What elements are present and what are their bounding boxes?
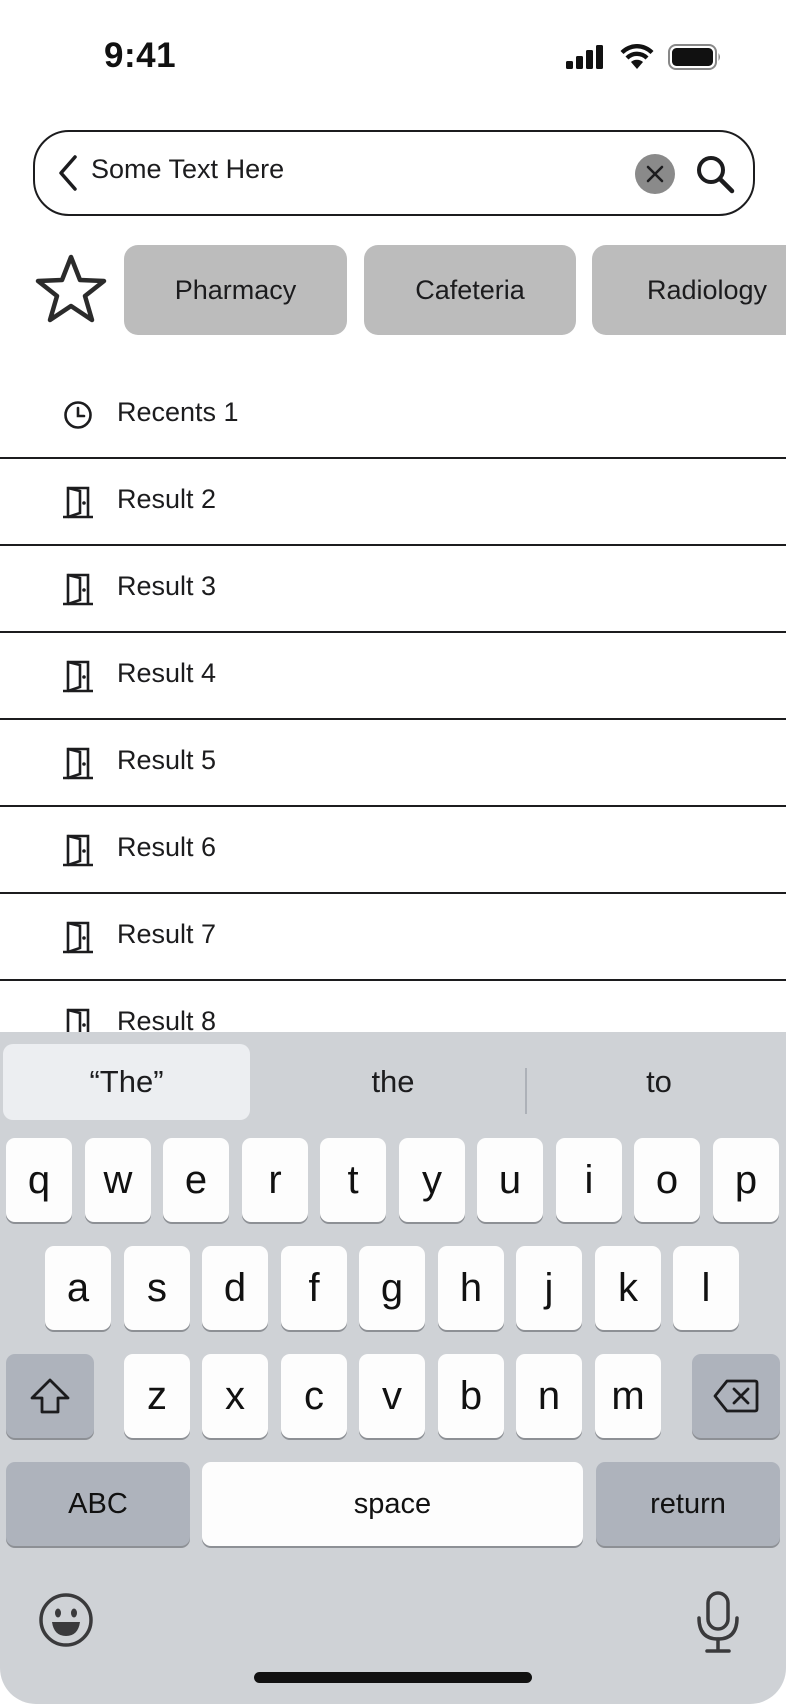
chip-cafeteria[interactable]: Cafeteria <box>364 245 576 335</box>
key-s[interactable]: s <box>124 1246 190 1330</box>
close-icon <box>646 165 664 183</box>
key-t[interactable]: t <box>320 1138 386 1222</box>
favorites-button[interactable] <box>34 253 108 327</box>
return-key[interactable]: return <box>596 1462 780 1546</box>
key-o[interactable]: o <box>634 1138 700 1222</box>
result-row[interactable]: Result 2 <box>0 459 786 546</box>
shift-key[interactable] <box>6 1354 94 1438</box>
row-label: Result 2 <box>117 484 217 514</box>
microphone-icon <box>697 1591 739 1653</box>
chip-pharmacy[interactable]: Pharmacy <box>124 245 347 335</box>
emoji-button[interactable] <box>38 1592 94 1648</box>
door-icon <box>63 573 93 606</box>
key-r[interactable]: r <box>242 1138 308 1222</box>
cellular-signal-icon <box>566 45 603 69</box>
wifi-icon <box>620 44 654 69</box>
key-g[interactable]: g <box>359 1246 425 1330</box>
key-x[interactable]: x <box>202 1354 268 1438</box>
status-time: 9:41 <box>104 36 177 75</box>
back-button[interactable] <box>53 152 83 194</box>
star-icon <box>35 254 107 323</box>
keyboard: “The” the to q w e r t y u i o p a s d f… <box>0 1032 786 1704</box>
key-w[interactable]: w <box>85 1138 151 1222</box>
abc-key[interactable]: ABC <box>6 1462 190 1546</box>
space-key[interactable]: space <box>202 1462 583 1546</box>
result-row[interactable]: Result 6 <box>0 807 786 894</box>
door-icon <box>63 486 93 519</box>
delete-key[interactable] <box>692 1354 780 1438</box>
key-f[interactable]: f <box>281 1246 347 1330</box>
result-row[interactable]: Result 3 <box>0 546 786 633</box>
key-m[interactable]: m <box>595 1354 661 1438</box>
suggestion-bar: “The” the to <box>0 1044 786 1120</box>
key-b[interactable]: b <box>438 1354 504 1438</box>
recent-row[interactable]: Recents 1 <box>0 372 786 459</box>
clock-icon <box>64 401 92 429</box>
key-v[interactable]: v <box>359 1354 425 1438</box>
key-h[interactable]: h <box>438 1246 504 1330</box>
category-chips: Pharmacy Cafeteria Radiology <box>0 245 786 337</box>
door-icon <box>63 921 93 954</box>
row-label: Result 3 <box>117 571 217 601</box>
backspace-icon <box>713 1379 759 1413</box>
key-a[interactable]: a <box>45 1246 111 1330</box>
result-row[interactable]: Result 7 <box>0 894 786 981</box>
row-label: Result 4 <box>117 658 217 688</box>
search-icon <box>697 156 735 194</box>
row-label: Result 5 <box>117 745 217 775</box>
row-label: Result 6 <box>117 832 217 862</box>
suggestion-3[interactable]: to <box>528 1044 786 1120</box>
door-icon <box>63 834 93 867</box>
key-p[interactable]: p <box>713 1138 779 1222</box>
results-list: Recents 1 Result 2 Result 3 Result 4 Res… <box>0 372 786 1066</box>
emoji-icon <box>39 1593 93 1647</box>
key-z[interactable]: z <box>124 1354 190 1438</box>
key-e[interactable]: e <box>163 1138 229 1222</box>
home-indicator[interactable] <box>254 1672 532 1683</box>
search-button[interactable] <box>691 150 739 198</box>
result-row[interactable]: Result 4 <box>0 633 786 720</box>
search-bar[interactable]: Some Text Here <box>33 130 755 216</box>
door-icon <box>63 660 93 693</box>
key-u[interactable]: u <box>477 1138 543 1222</box>
key-d[interactable]: d <box>202 1246 268 1330</box>
status-bar: 9:41 <box>0 0 786 118</box>
chevron-left-icon <box>59 155 77 191</box>
chip-radiology[interactable]: Radiology <box>592 245 786 335</box>
key-q[interactable]: q <box>6 1138 72 1222</box>
key-l[interactable]: l <box>673 1246 739 1330</box>
shift-icon <box>30 1378 70 1414</box>
door-icon <box>63 747 93 780</box>
key-j[interactable]: j <box>516 1246 582 1330</box>
row-label: Result 7 <box>117 919 217 949</box>
search-input[interactable]: Some Text Here <box>91 154 284 185</box>
key-n[interactable]: n <box>516 1354 582 1438</box>
dictation-button[interactable] <box>694 1590 742 1654</box>
key-i[interactable]: i <box>556 1138 622 1222</box>
key-k[interactable]: k <box>595 1246 661 1330</box>
clear-search-button[interactable] <box>635 154 675 194</box>
suggestion-2[interactable]: the <box>262 1044 524 1120</box>
row-label: Recents 1 <box>117 397 239 427</box>
suggestion-1[interactable]: “The” <box>3 1044 250 1120</box>
battery-icon <box>668 44 720 70</box>
suggestion-divider <box>525 1068 527 1114</box>
key-c[interactable]: c <box>281 1354 347 1438</box>
status-icons <box>566 44 722 70</box>
key-y[interactable]: y <box>399 1138 465 1222</box>
result-row[interactable]: Result 5 <box>0 720 786 807</box>
